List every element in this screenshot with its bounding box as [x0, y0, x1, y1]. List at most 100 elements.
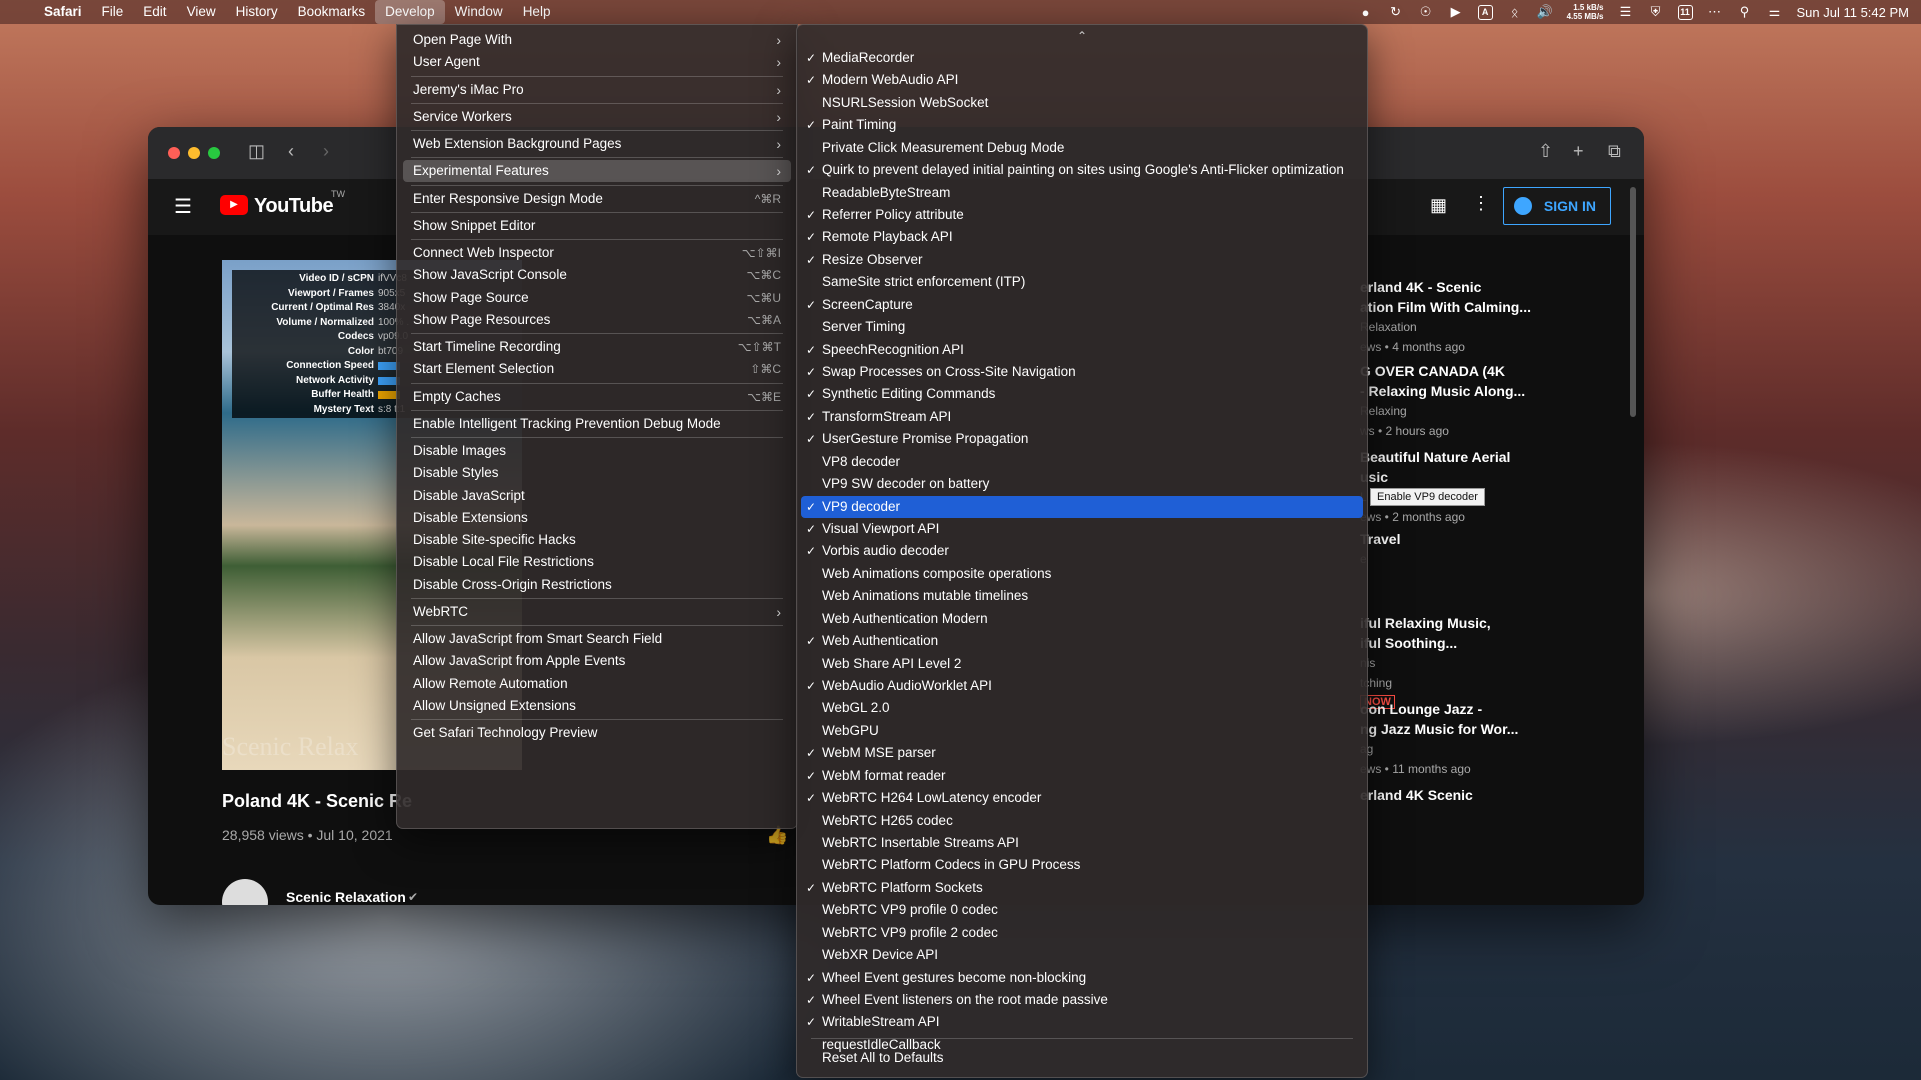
feature-item-web-authentication[interactable]: ✓ Web Authentication	[801, 630, 1363, 652]
develop-item-service-workers[interactable]: Service Workers ›	[403, 106, 791, 128]
drop-icon[interactable]: ●	[1358, 4, 1374, 20]
develop-item-connect-web-inspector[interactable]: Connect Web Inspector ⌥⇧⌘I	[403, 242, 791, 264]
shield-icon[interactable]: ⛨	[1648, 4, 1664, 20]
related-video-item[interactable]: iful Relaxing Music, iful Soothing... nis t…	[1360, 613, 1560, 709]
develop-item-disable-images[interactable]: Disable Images	[403, 440, 791, 462]
feature-item-webrtc-platform-sockets[interactable]: ✓ WebRTC Platform Sockets	[801, 877, 1363, 899]
develop-item-get-safari-technology-preview[interactable]: Get Safari Technology Preview	[403, 722, 791, 744]
feature-item-web-animations-mutable-timelines[interactable]: Web Animations mutable timelines	[801, 585, 1363, 607]
control-center-icon[interactable]: ⚌	[1767, 4, 1783, 20]
related-video-item[interactable]: G OVER CANADA (4K - Relaxing Music Along.…	[1360, 361, 1560, 441]
new-tab-icon[interactable]: +	[1573, 141, 1584, 162]
feature-item-webrtc-h264-lowlatency-encoder[interactable]: ✓ WebRTC H264 LowLatency encoder	[801, 787, 1363, 809]
related-video-item[interactable]: erland 4K - Scenic ation Film With Calmin…	[1360, 277, 1560, 357]
related-video-item[interactable]: Beautiful Nature AerialusicL EARTH SOUND…	[1360, 447, 1560, 527]
feature-item-webrtc-vp9-profile-0-codec[interactable]: WebRTC VP9 profile 0 codec	[801, 899, 1363, 921]
feature-item-vorbis-audio-decoder[interactable]: ✓ Vorbis audio decoder	[801, 540, 1363, 562]
youtube-play-logo-icon[interactable]: ▶	[220, 195, 248, 215]
feature-item-modern-webaudio-api[interactable]: ✓ Modern WebAudio API	[801, 69, 1363, 91]
feature-item-wheel-event-listeners-on-the-root-made-passive[interactable]: ✓ Wheel Event listeners on the root made …	[801, 989, 1363, 1011]
feature-item-vp8-decoder[interactable]: VP8 decoder	[801, 451, 1363, 473]
feature-item-vp9-sw-decoder-on-battery[interactable]: VP9 SW decoder on battery	[801, 473, 1363, 495]
develop-item-disable-extensions[interactable]: Disable Extensions	[403, 507, 791, 529]
channel-name[interactable]: Scenic Relaxation	[286, 889, 406, 905]
bluetooth-icon[interactable]: ᛟ	[1507, 4, 1523, 20]
feature-item-synthetic-editing-commands[interactable]: ✓ Synthetic Editing Commands	[801, 383, 1363, 405]
youtube-logo[interactable]: YouTube	[254, 195, 334, 218]
page-scrollbar[interactable]	[1630, 187, 1636, 417]
share-icon[interactable]: ⇧	[1538, 141, 1553, 162]
develop-item-disable-cross-origin-restrictions[interactable]: Disable Cross-Origin Restrictions	[403, 574, 791, 596]
develop-item-allow-javascript-from-apple-events[interactable]: Allow JavaScript from Apple Events	[403, 650, 791, 672]
volume-icon[interactable]: 🔊	[1537, 4, 1553, 20]
reset-all-to-defaults[interactable]: Reset All to Defaults	[801, 1047, 1363, 1069]
feature-item-webgl-2-0[interactable]: WebGL 2.0	[801, 697, 1363, 719]
feature-item-writablestream-api[interactable]: ✓ WritableStream API	[801, 1011, 1363, 1033]
feature-item-web-share-api-level-2[interactable]: Web Share API Level 2	[801, 653, 1363, 675]
develop-item-empty-caches[interactable]: Empty Caches ⌥⌘E	[403, 386, 791, 408]
feature-item-resize-observer[interactable]: ✓ Resize Observer	[801, 249, 1363, 271]
feature-item-vp9-decoder[interactable]: ✓ VP9 decoder	[801, 495, 1363, 518]
feature-item-mediarecorder[interactable]: ✓ MediaRecorder	[801, 47, 1363, 69]
develop-item-show-snippet-editor[interactable]: Show Snippet Editor	[403, 215, 791, 237]
develop-item-disable-local-file-restrictions[interactable]: Disable Local File Restrictions	[403, 551, 791, 573]
feature-item-web-animations-composite-operations[interactable]: Web Animations composite operations	[801, 563, 1363, 585]
develop-item-webrtc[interactable]: WebRTC ›	[403, 601, 791, 623]
sidebar-toggle-icon[interactable]: ◫	[248, 141, 265, 162]
close-window-button[interactable]	[168, 147, 180, 159]
stats-icon[interactable]: ☰	[1618, 4, 1634, 20]
feature-item-samesite-strict-enforcement-itp[interactable]: SameSite strict enforcement (ITP)	[801, 271, 1363, 293]
menu-bookmarks[interactable]: Bookmarks	[288, 0, 376, 24]
hamburger-icon[interactable]: ☰	[174, 194, 192, 219]
develop-item-allow-javascript-from-smart-search-field[interactable]: Allow JavaScript from Smart Search Field	[403, 628, 791, 650]
search-icon[interactable]: ⚲	[1737, 4, 1753, 20]
clock[interactable]: Sun Jul 11 5:42 PM	[1797, 5, 1910, 20]
feature-item-wheel-event-gestures-become-non-blocking[interactable]: ✓ Wheel Event gestures become non-blockin…	[801, 967, 1363, 989]
develop-item-start-element-selection[interactable]: Start Element Selection ⇧⌘C	[403, 358, 791, 380]
scroll-up-arrow-icon[interactable]: ⌃	[797, 29, 1367, 43]
develop-item-enable-intelligent-tracking-prevention-debug-mode[interactable]: Enable Intelligent Tracking Prevention D…	[403, 413, 791, 435]
network-speed[interactable]: 1.5 kB/s 4.55 MB/s	[1567, 3, 1604, 21]
refresh-icon[interactable]: ↻	[1388, 4, 1404, 20]
play-icon[interactable]: ▶	[1448, 4, 1464, 20]
feature-item-swap-processes-on-cross-site-navigation[interactable]: ✓ Swap Processes on Cross-Site Navigation	[801, 361, 1363, 383]
feature-item-webm-format-reader[interactable]: ✓ WebM format reader	[801, 765, 1363, 787]
menu-help[interactable]: Help	[513, 0, 561, 24]
feature-item-nsurlsession-websocket[interactable]: NSURLSession WebSocket	[801, 92, 1363, 114]
keyboard-a-icon[interactable]: A	[1477, 4, 1493, 20]
back-icon[interactable]: ‹	[288, 141, 294, 162]
develop-item-allow-remote-automation[interactable]: Allow Remote Automation	[403, 673, 791, 695]
feature-item-transformstream-api[interactable]: ✓ TransformStream API	[801, 406, 1363, 428]
feature-item-quirk-to-prevent-delayed-initial-painting-on-sites-using-google-s-anti-flicker-optimization[interactable]: ✓ Quirk to prevent delayed initial painti…	[801, 159, 1363, 181]
menu-develop[interactable]: Develop	[375, 0, 445, 24]
feature-item-webrtc-h265-codec[interactable]: WebRTC H265 codec	[801, 810, 1363, 832]
develop-item-show-page-source[interactable]: Show Page Source ⌥⌘U	[403, 287, 791, 309]
feature-item-paint-timing[interactable]: ✓ Paint Timing	[801, 114, 1363, 136]
apple-menu-icon[interactable]	[0, 0, 34, 24]
feature-item-readablebytestream[interactable]: ReadableByteStream	[801, 182, 1363, 204]
forward-icon[interactable]: ›	[323, 141, 329, 162]
channel-avatar[interactable]	[222, 879, 268, 905]
related-video-item[interactable]: oon Lounge Jazz - ng Jazz Music for Wor..…	[1360, 699, 1560, 779]
feature-item-webrtc-insertable-streams-api[interactable]: WebRTC Insertable Streams API	[801, 832, 1363, 854]
menu-view[interactable]: View	[177, 0, 226, 24]
more-options-icon[interactable]: ⋮	[1472, 193, 1490, 214]
related-video-item[interactable]: erland 4K Scenic	[1360, 785, 1560, 805]
zoom-window-button[interactable]	[208, 147, 220, 159]
feature-item-visual-viewport-api[interactable]: ✓ Visual Viewport API	[801, 518, 1363, 540]
develop-item-jeremy-s-imac-pro[interactable]: Jeremy's iMac Pro ›	[403, 79, 791, 101]
feature-item-webxr-device-api[interactable]: WebXR Device API	[801, 944, 1363, 966]
sign-in-button[interactable]: SIGN IN	[1503, 187, 1611, 225]
feature-item-remote-playback-api[interactable]: ✓ Remote Playback API	[801, 226, 1363, 248]
minimize-window-button[interactable]	[188, 147, 200, 159]
feature-item-webm-mse-parser[interactable]: ✓ WebM MSE parser	[801, 742, 1363, 764]
password-icon[interactable]: ☉	[1418, 4, 1434, 20]
develop-item-experimental-features[interactable]: Experimental Features ›	[403, 160, 791, 183]
feature-item-server-timing[interactable]: Server Timing	[801, 316, 1363, 338]
develop-item-enter-responsive-design-mode[interactable]: Enter Responsive Design Mode ^⌘R	[403, 188, 791, 210]
develop-item-web-extension-background-pages[interactable]: Web Extension Background Pages ›	[403, 133, 791, 155]
feature-item-screencapture[interactable]: ✓ ScreenCapture	[801, 294, 1363, 316]
menu-app-safari[interactable]: Safari	[34, 0, 92, 24]
feature-item-usergesture-promise-propagation[interactable]: ✓ UserGesture Promise Propagation	[801, 428, 1363, 450]
feature-item-webgpu[interactable]: WebGPU	[801, 720, 1363, 742]
